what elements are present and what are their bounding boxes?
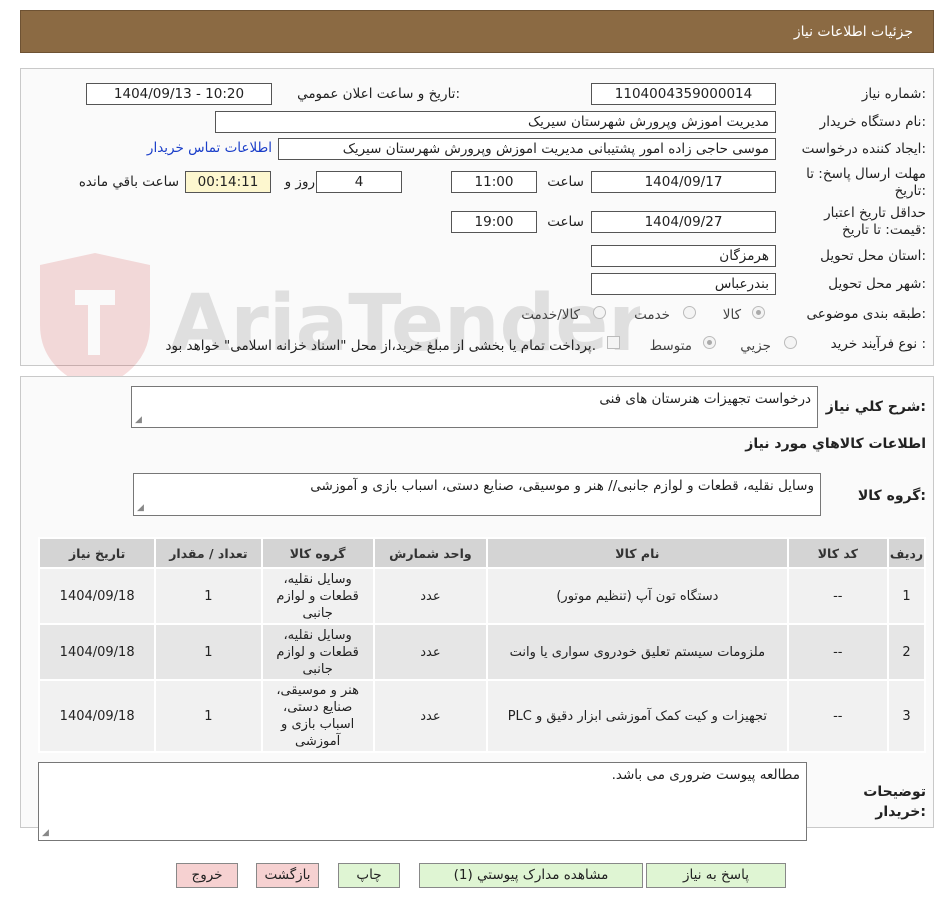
goods-group-text: وسایل نقلیه، قطعات و لوازم جانبی// هنر و… (310, 478, 814, 494)
purchase-medium-label: متوسط (649, 338, 692, 354)
delivery-province-label: استان محل تحویل: (820, 248, 926, 264)
announce-datetime-label: تاریخ و ساعت اعلان عمومي: (297, 86, 460, 102)
print-button[interactable]: چاپ (338, 863, 400, 888)
cell-code: -- (786, 567, 889, 625)
delivery-city-field: بندرعباس (591, 273, 776, 295)
resize-grip-icon[interactable]: ◢ (137, 503, 144, 513)
announce-datetime-field: 1404/09/13 - 10:20 (86, 83, 272, 105)
purchase-type-label: نوع فرآیند خرید : (830, 336, 926, 352)
page-title: جزئیات اطلاعات نیاز (793, 24, 913, 40)
response-deadline-time: 11:00 (451, 171, 537, 193)
price-validity-time-label: ساعت (547, 214, 584, 230)
treasury-bonds-checkbox[interactable] (607, 336, 620, 349)
requester-field: موسی حاجی زاده امور پشتیبانی مدیریت اموز… (278, 138, 776, 160)
back-button[interactable]: بازگشت (256, 863, 319, 888)
cell-date: 1404/09/18 (37, 567, 157, 625)
col-group: گروه کالا (260, 537, 375, 569)
price-validity-label: حداقل تاریخ اعتبار قیمت: تا تاریخ: (824, 205, 926, 238)
price-validity-time: 19:00 (451, 211, 537, 233)
cell-qty: 1 (154, 623, 263, 681)
buyer-org-field: مدیریت اموزش وپرورش شهرستان سیریک (215, 111, 776, 133)
cell-row: 1 (886, 567, 927, 625)
page-header: جزئیات اطلاعات نیاز (20, 10, 934, 53)
goods-group-label: گروه کالا: (857, 488, 926, 504)
items-table-wrapper: ردیف کد کالا نام کالا واحد شمارش گروه کا… (37, 537, 927, 753)
purchase-minor-label: جزیي (740, 338, 771, 354)
resize-grip-icon[interactable]: ◢ (135, 415, 142, 425)
cell-qty: 1 (154, 567, 263, 625)
category-label: طبقه بندی موضوعی: (806, 306, 926, 322)
treasury-bonds-note: پرداخت تمام یا بخشی از مبلغ خرید،از محل … (165, 338, 596, 354)
goods-group-textarea[interactable]: وسایل نقلیه، قطعات و لوازم جانبی// هنر و… (133, 473, 821, 516)
remaining-time-label: ساعت باقي مانده (78, 174, 179, 190)
days-label: روز و (284, 174, 315, 190)
remaining-days-field: 4 (316, 171, 402, 193)
cell-name: دستگاه تون آپ (تنظیم موتور) (486, 567, 789, 625)
watermark-text: AriaTender.neT (170, 279, 640, 369)
exit-button[interactable]: خروج (176, 863, 238, 888)
col-qty: تعداد / مقدار (154, 537, 263, 569)
cell-row: 2 (886, 623, 927, 681)
cell-code: -- (786, 623, 889, 681)
col-code: کد کالا (786, 537, 889, 569)
purchase-minor-radio[interactable] (784, 336, 797, 349)
category-service-label: خدمت (634, 307, 670, 323)
table-header-row: ردیف کد کالا نام کالا واحد شمارش گروه کا… (37, 537, 927, 569)
response-time-label: ساعت (547, 174, 584, 190)
cell-date: 1404/09/18 (37, 623, 157, 681)
table-row[interactable]: 3 -- تجهیزات و کیت کمک آموزشی ابزار دقیق… (37, 679, 927, 753)
description-text: درخواست تجهیزات هنرستان های فنی (599, 391, 811, 407)
requester-label: ایجاد کننده درخواست: (801, 141, 926, 157)
category-both-radio[interactable] (593, 306, 606, 319)
purchase-medium-radio[interactable] (703, 336, 716, 349)
cell-group: وسایل نقلیه، قطعات و لوازم جانبی (260, 623, 375, 681)
resize-grip-icon[interactable]: ◢ (42, 828, 49, 838)
category-goods-label: کالا (722, 307, 741, 323)
cell-row: 3 (886, 679, 927, 753)
col-date: تاریخ نیاز (37, 537, 157, 569)
buyer-notes-textarea[interactable]: مطالعه پیوست ضروری می باشد. ◢ (38, 762, 807, 841)
buyer-org-label: نام دستگاه خریدار: (819, 114, 926, 130)
delivery-city-label: شهر محل تحویل: (828, 276, 926, 292)
description-textarea[interactable]: درخواست تجهیزات هنرستان های فنی ◢ (131, 386, 818, 428)
reply-button[interactable]: پاسخ به نیاز (646, 863, 786, 888)
goods-info-title: اطلاعات کالاهاي مورد نیاز (745, 436, 926, 452)
col-unit: واحد شمارش (372, 537, 489, 569)
buyer-contact-link[interactable]: اطلاعات تماس خریدار (147, 140, 272, 156)
items-table: ردیف کد کالا نام کالا واحد شمارش گروه کا… (37, 537, 927, 753)
description-label: شرح کلي نیاز: (825, 399, 926, 415)
need-number-label: شماره نیاز: (861, 86, 926, 102)
delivery-province-field: هرمزگان (591, 245, 776, 267)
response-deadline-label: مهلت ارسال پاسخ: تا تاریخ: (806, 166, 926, 199)
cell-date: 1404/09/18 (37, 679, 157, 753)
category-service-radio[interactable] (683, 306, 696, 319)
remaining-time-field: 00:14:11 (185, 171, 271, 193)
table-row[interactable]: 2 -- ملزومات سیستم تعلیق خودروی سواری یا… (37, 623, 927, 681)
category-goods-radio[interactable] (752, 306, 765, 319)
cell-group: هنر و موسیقی، صنایع دستی، اسباب بازی و آ… (260, 679, 375, 753)
need-number-field: 1104004359000014 (591, 83, 776, 105)
table-row[interactable]: 1 -- دستگاه تون آپ (تنظیم موتور) عدد وسا… (37, 567, 927, 625)
cell-group: وسایل نقلیه، قطعات و لوازم جانبی (260, 567, 375, 625)
cell-unit: عدد (372, 623, 489, 681)
view-attachments-button[interactable]: مشاهده مدارک پیوستي (1) (419, 863, 643, 888)
response-deadline-date: 1404/09/17 (591, 171, 776, 193)
cell-qty: 1 (154, 679, 263, 753)
cell-code: -- (786, 679, 889, 753)
cell-unit: عدد (372, 567, 489, 625)
price-validity-date: 1404/09/27 (591, 211, 776, 233)
cell-unit: عدد (372, 679, 489, 753)
category-both-label: کالا/خدمت (521, 307, 580, 323)
col-row: ردیف (886, 537, 927, 569)
buyer-notes-text: مطالعه پیوست ضروری می باشد. (611, 767, 800, 783)
col-name: نام کالا (486, 537, 789, 569)
cell-name: ملزومات سیستم تعلیق خودروی سواری یا وانت (486, 623, 789, 681)
cell-name: تجهیزات و کیت کمک آموزشی ابزار دقیق و PL… (486, 679, 789, 753)
buyer-notes-label: توضیحات خریدار: (863, 784, 926, 820)
